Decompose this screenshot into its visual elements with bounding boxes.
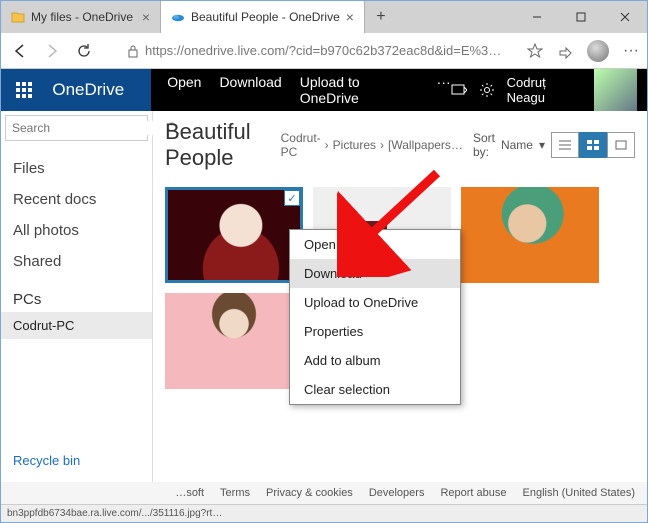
back-button[interactable] — [9, 40, 31, 62]
tab-my-files[interactable]: My files - OneDrive × — [1, 1, 161, 33]
footer-report[interactable]: Report abuse — [440, 487, 506, 499]
cmd-upload[interactable]: Upload to OneDrive — [300, 74, 419, 106]
profile-avatar[interactable] — [587, 40, 609, 62]
close-icon[interactable]: × — [346, 9, 354, 25]
ctx-add-album[interactable]: Add to album — [290, 346, 460, 375]
folder-title: Beautiful People — [165, 119, 271, 171]
footer-privacy[interactable]: Privacy & cookies — [266, 487, 353, 499]
minimize-button[interactable] — [515, 1, 559, 33]
ctx-upload[interactable]: Upload to OneDrive — [290, 288, 460, 317]
folder-icon — [11, 10, 25, 24]
view-grid-button[interactable] — [579, 132, 607, 158]
tab-label: Beautiful People - OneDrive — [191, 10, 340, 24]
window-controls — [515, 1, 647, 33]
chevron-down-icon[interactable]: ▾ — [539, 138, 545, 152]
more-icon[interactable]: ··· — [623, 42, 639, 60]
sidebar-photos[interactable]: All photos — [1, 215, 152, 246]
user-photo[interactable] — [594, 69, 637, 111]
page-footer: …soft Terms Privacy & cookies Developers… — [1, 482, 647, 504]
url-text: https://onedrive.live.com/?cid=b970c62b3… — [145, 43, 517, 58]
sidebar-pcs-label: PCs — [1, 277, 152, 312]
view-toggle — [551, 132, 635, 158]
url-field[interactable]: https://onedrive.live.com/?cid=b970c62b3… — [127, 43, 517, 58]
ctx-properties[interactable]: Properties — [290, 317, 460, 346]
cmd-more[interactable]: ··· — [437, 74, 451, 106]
notifications-icon[interactable] — [451, 83, 467, 97]
waffle-icon — [16, 82, 32, 98]
tab-label: My files - OneDrive — [31, 10, 133, 24]
status-text: bn3ppfdb6734bae.ra.live.com/.../351116.j… — [7, 508, 222, 519]
titlebar: My files - OneDrive × Beautiful People -… — [1, 1, 647, 33]
footer-ms[interactable]: …soft — [175, 487, 204, 499]
tab-beautiful-people[interactable]: Beautiful People - OneDrive × — [161, 1, 365, 33]
context-menu: Open Download Upload to OneDrive Propert… — [289, 229, 461, 405]
ctx-open[interactable]: Open — [290, 230, 460, 259]
sidebar-pc-item[interactable]: Codrut-PC — [1, 312, 152, 339]
ctx-download[interactable]: Download — [290, 259, 460, 288]
sidebar-files[interactable]: Files — [1, 153, 152, 184]
addrbar-right-icons: ··· — [527, 40, 639, 62]
command-bar: Open Download Upload to OneDrive ··· — [151, 74, 450, 106]
forward-button[interactable] — [41, 40, 63, 62]
search-input[interactable] — [12, 121, 167, 135]
view-details-button[interactable] — [607, 132, 635, 158]
new-tab-button[interactable]: + — [365, 1, 397, 33]
maximize-button[interactable] — [559, 1, 603, 33]
settings-icon[interactable] — [479, 82, 495, 98]
chevron-right-icon: › — [380, 138, 384, 152]
photo-thumbnail[interactable] — [165, 293, 303, 389]
sort-value[interactable]: Name — [501, 138, 533, 152]
footer-developers[interactable]: Developers — [369, 487, 425, 499]
photo-thumbnail[interactable] — [461, 187, 599, 283]
ctx-clear-selection[interactable]: Clear selection — [290, 375, 460, 404]
onedrive-brand[interactable]: OneDrive — [46, 69, 151, 111]
recycle-bin-link[interactable]: Recycle bin — [13, 449, 140, 472]
onedrive-header: OneDrive Open Download Upload to OneDriv… — [1, 69, 647, 111]
footer-terms[interactable]: Terms — [220, 487, 250, 499]
view-list-button[interactable] — [551, 132, 579, 158]
refresh-button[interactable] — [73, 40, 95, 62]
sidebar-shared[interactable]: Shared — [1, 246, 152, 277]
username[interactable]: Codruț Neagu — [507, 75, 586, 105]
close-window-button[interactable] — [603, 1, 647, 33]
address-bar: https://onedrive.live.com/?cid=b970c62b3… — [1, 33, 647, 69]
sort-label: Sort by: — [473, 131, 495, 159]
checkmark-icon[interactable]: ✓ — [284, 190, 300, 206]
cmd-download[interactable]: Download — [219, 74, 281, 106]
close-icon[interactable]: × — [142, 9, 150, 25]
photo-thumbnail[interactable]: ✓ — [165, 187, 303, 283]
lock-icon — [127, 44, 139, 58]
chevron-right-icon: › — [325, 138, 329, 152]
sidebar-recent[interactable]: Recent docs — [1, 184, 152, 215]
cmd-open[interactable]: Open — [167, 74, 201, 106]
breadcrumb[interactable]: Codrut-PC› Pictures› [Wallpapers… — [281, 131, 463, 159]
footer-language[interactable]: English (United States) — [523, 487, 636, 499]
status-bar: bn3ppfdb6734bae.ra.live.com/.../351116.j… — [1, 504, 647, 522]
browser-tabs: My files - OneDrive × Beautiful People -… — [1, 1, 397, 33]
onedrive-icon — [171, 10, 185, 24]
share-icon[interactable] — [557, 43, 573, 59]
star-icon[interactable] — [527, 43, 543, 59]
app-launcher[interactable] — [1, 69, 46, 111]
sidebar: Files Recent docs All photos Shared PCs … — [1, 111, 153, 482]
search-box[interactable] — [5, 115, 148, 141]
